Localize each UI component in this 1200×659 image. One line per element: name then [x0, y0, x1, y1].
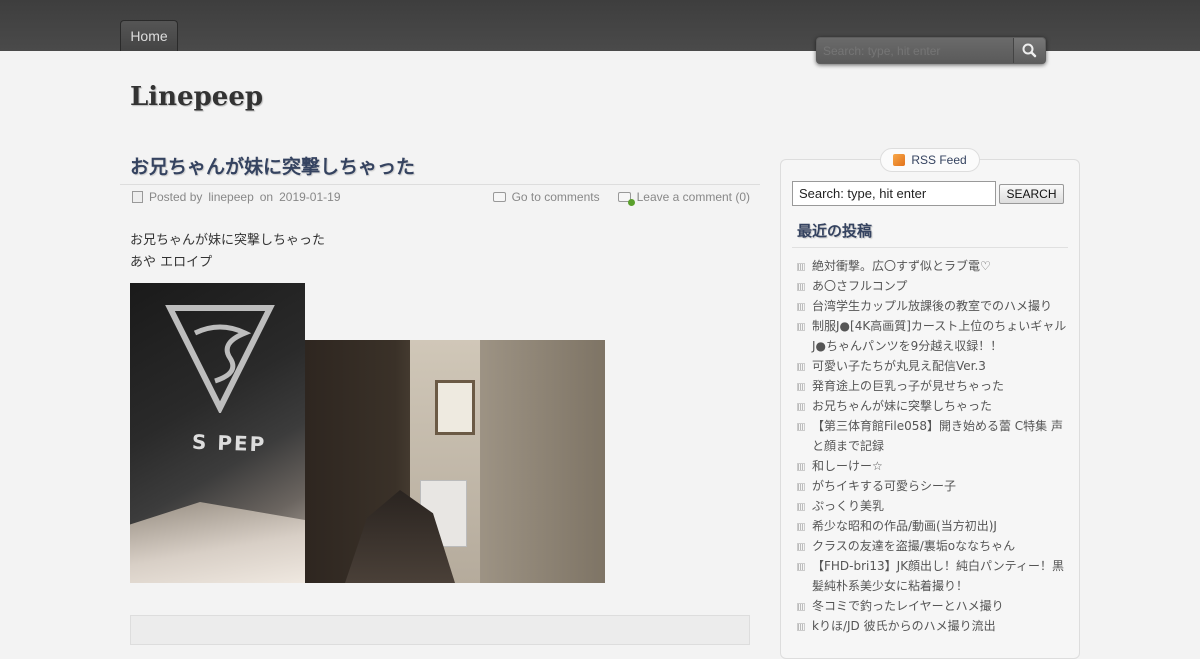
sidebar-search-button[interactable]: SEARCH — [999, 184, 1064, 204]
recent-post-link[interactable]: 可愛い子たちが丸見え配信Ver.3 — [796, 356, 1068, 376]
recent-post-link[interactable]: クラスの友達を盗撮/裏垢oななちゃん — [796, 536, 1068, 556]
comment-section-box — [130, 615, 750, 645]
recent-post-link[interactable]: あ〇さフルコンプ — [796, 276, 1068, 296]
recent-post-link[interactable]: 【第三体育館File058】開き始める蕾 C特集 声と顔まで記録 — [796, 416, 1068, 456]
sidebar-search-input[interactable] — [792, 181, 996, 206]
recent-post-link[interactable]: kりほ/JD 彼氏からのハメ撮り流出 — [796, 616, 1068, 636]
top-search-button[interactable] — [1013, 38, 1045, 63]
recent-post-link[interactable]: 和しーけー☆ — [796, 456, 1068, 476]
go-to-comments-link[interactable]: Go to comments — [512, 190, 600, 204]
rss-icon — [893, 154, 906, 166]
site-title[interactable]: Linepeep — [130, 82, 263, 112]
recent-post-link[interactable]: お兄ちゃんが妹に突撃しちゃった — [796, 396, 1068, 416]
recent-posts-list: 絶対衝撃。広〇すず似とラブ電♡ あ〇さフルコンプ 台湾学生カップル放課後の教室で… — [796, 256, 1068, 636]
recent-post-link[interactable]: 台湾学生カップル放課後の教室でのハメ撮り — [796, 296, 1068, 316]
recent-post-link[interactable]: ぷっくり美乳 — [796, 496, 1068, 516]
recent-post-link[interactable]: 希少な昭和の作品/動画(当方初出)J — [796, 516, 1068, 536]
recent-post-link[interactable]: がちイキする可愛らシー子 — [796, 476, 1068, 496]
post-date: 2019-01-19 — [279, 190, 341, 204]
top-search-form — [816, 37, 1046, 64]
recent-posts-title: 最近の投稿 — [797, 222, 873, 240]
nav-home-tab[interactable]: Home — [120, 20, 178, 51]
add-comment-icon — [617, 192, 635, 206]
comments-icon — [492, 192, 506, 202]
search-icon — [1022, 43, 1037, 58]
document-icon — [132, 191, 143, 203]
rss-feed-label: RSS Feed — [911, 153, 967, 167]
post-body-line: あや エロイプ — [130, 255, 213, 270]
leave-comment-link[interactable]: Leave a comment (0) — [637, 190, 750, 204]
recent-post-link[interactable]: 発育途上の巨乳っ子が見せちゃった — [796, 376, 1068, 396]
recent-post-link[interactable]: 制服J●[4K高画質]カースト上位のちょいギャルJ●ちゃんパンツを9分越え収録！… — [796, 316, 1068, 356]
recent-post-link[interactable]: 冬コミで釣ったレイヤーとハメ撮り — [796, 596, 1068, 616]
post-photo-2[interactable] — [305, 340, 605, 583]
posted-by-label: Posted by — [149, 190, 203, 204]
widget-divider — [792, 247, 1068, 248]
recent-post-link[interactable]: 【FHD-bri13】JK顔出し！純白パンティー！黒髪純朴系美少女に粘着撮り！ — [796, 556, 1068, 596]
shirt-print-text: S PEP — [191, 429, 267, 457]
recent-post-link[interactable]: 絶対衝撃。広〇すず似とラブ電♡ — [796, 256, 1068, 276]
post-body: お兄ちゃんが妹に突撃しちゃった あや エロイプ — [130, 230, 325, 274]
top-search-input[interactable] — [817, 38, 1013, 63]
rss-feed-link[interactable]: RSS Feed — [880, 148, 980, 172]
superman-logo-graphic — [165, 305, 275, 413]
posted-on-label: on — [259, 190, 274, 204]
post-photo-1[interactable]: S PEP — [130, 283, 305, 583]
post-body-line: お兄ちゃんが妹に突撃しちゃった — [130, 233, 326, 248]
post-author-link[interactable]: linepeep — [208, 190, 253, 204]
post-meta: Posted by linepeep on 2019-01-19 Go to c… — [120, 184, 760, 209]
post-title[interactable]: お兄ちゃんが妹に突撃しちゃった — [130, 152, 415, 179]
